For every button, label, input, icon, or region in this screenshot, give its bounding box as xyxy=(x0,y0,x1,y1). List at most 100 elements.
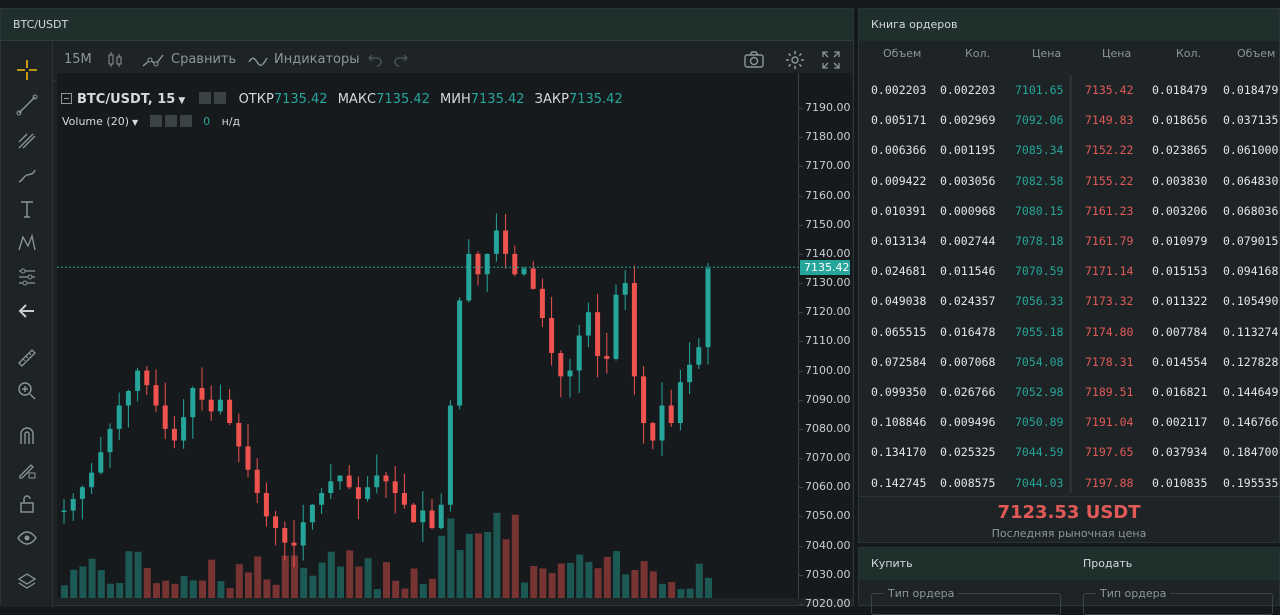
volume-bar xyxy=(594,568,602,598)
candle-body xyxy=(61,510,67,513)
col-ask-qty: Кол. xyxy=(1176,47,1202,60)
zoom-in-icon[interactable] xyxy=(11,378,43,404)
ask-price: 7174.80 xyxy=(1085,324,1134,339)
price-tick-label: 7140.00 xyxy=(805,246,851,260)
orderbook-row[interactable]: 0.099350 0.026766 7052.98 7189.51 0.016821 0.… xyxy=(859,377,1279,407)
trade-panel: Купить Продать Тип ордера Тип ордера xyxy=(858,547,1280,615)
orderbook-row[interactable]: 0.049038 0.024357 7056.33 7173.32 0.011322 0.… xyxy=(859,286,1279,316)
indicators-icon[interactable] xyxy=(247,50,269,74)
price-axis[interactable]: 7190.00 7180.00 7170.00 7160.00 7150.00 7140.… xyxy=(798,73,852,610)
bid-price: 7092.06 xyxy=(1015,113,1064,128)
ask-volume: 0.068036 xyxy=(1223,203,1279,218)
legend-settings-icon[interactable] xyxy=(199,92,212,104)
orderbook-row[interactable]: 0.006366 0.001195 7085.34 7152.22 0.023865 0.… xyxy=(859,135,1279,165)
ruler-icon[interactable] xyxy=(11,345,43,371)
price-tick-mark xyxy=(799,312,803,314)
volume-label[interactable]: Volume (20) xyxy=(62,115,129,128)
candle-body xyxy=(659,405,665,441)
price-tick-label: 7170.00 xyxy=(805,159,851,173)
bid-volume: 0.134170 xyxy=(871,445,927,460)
volume-bar xyxy=(392,580,400,598)
volume-bar xyxy=(327,551,335,598)
text-tool-icon[interactable] xyxy=(11,196,43,222)
timeframe-button[interactable]: 15M xyxy=(64,52,92,67)
col-bid-volume: Объем xyxy=(883,47,922,60)
bid-qty: 0.009496 xyxy=(940,415,996,430)
volume-settings-icon[interactable] xyxy=(149,115,162,127)
buy-tab[interactable]: Купить xyxy=(871,557,913,570)
brush-icon[interactable] xyxy=(11,162,43,188)
compare-icon[interactable] xyxy=(141,50,165,74)
price-tick-mark xyxy=(799,370,803,372)
undo-icon[interactable] xyxy=(367,50,383,72)
camera-icon[interactable] xyxy=(743,50,765,74)
volume-bar xyxy=(88,558,96,598)
orderbook-row[interactable]: 0.108846 0.009496 7050.89 7191.04 0.002117 0.… xyxy=(859,407,1279,437)
orderbook-row[interactable]: 0.002203 0.002203 7101.65 7135.42 0.018479 0.… xyxy=(859,75,1279,105)
col-ask-volume: Объем xyxy=(1237,47,1276,60)
bid-price: 7082.58 xyxy=(1015,173,1064,188)
trend-line-icon[interactable] xyxy=(11,92,43,118)
bid-volume: 0.142745 xyxy=(871,475,927,490)
volume-bar xyxy=(235,564,243,598)
ask-price: 7161.79 xyxy=(1085,234,1134,248)
ask-price: 7149.83 xyxy=(1085,113,1134,128)
volume-close-icon[interactable] xyxy=(179,115,192,127)
orderbook-row[interactable]: 0.013134 0.002744 7078.18 7161.79 0.010979 0.… xyxy=(859,226,1279,256)
legend-collapse-icon[interactable] xyxy=(61,93,72,104)
pattern-icon[interactable] xyxy=(11,230,43,256)
high-value: 7135.42 xyxy=(376,92,430,107)
high-label: МАКС xyxy=(337,92,377,107)
candle-body xyxy=(613,294,619,359)
volume-bar xyxy=(346,550,354,598)
orderbook-row[interactable]: 0.072584 0.007068 7054.08 7178.31 0.014554 0.… xyxy=(859,347,1279,377)
price-tick-mark xyxy=(799,487,803,489)
orderbook-row[interactable]: 0.009422 0.003056 7082.58 7155.22 0.003830 0.… xyxy=(859,166,1279,196)
sell-order-type-select[interactable]: Тип ордера xyxy=(1083,587,1273,615)
orderbook-row[interactable]: 0.024681 0.011546 7070.59 7171.14 0.015153 0.… xyxy=(859,256,1279,286)
back-arrow-icon[interactable] xyxy=(11,298,43,324)
eye-icon[interactable] xyxy=(11,525,43,551)
indicators-button[interactable]: Индикаторы xyxy=(274,52,360,67)
orderbook-row[interactable]: 0.142745 0.008575 7044.03 7197.88 0.010835 0.… xyxy=(859,468,1279,498)
unlock-icon[interactable] xyxy=(11,491,43,517)
crosshair-icon[interactable] xyxy=(11,57,43,83)
price-tick-label: 7130.00 xyxy=(805,276,851,290)
candle-body xyxy=(273,516,279,529)
legend-close-icon[interactable] xyxy=(214,92,227,104)
candle-body xyxy=(328,481,334,494)
orderbook-row[interactable]: 0.065515 0.016478 7055.18 7174.80 0.007784 0.… xyxy=(859,317,1279,347)
ask-volume: 0.113274 xyxy=(1223,324,1279,339)
candlestick-chart[interactable]: BTC/USDT, 15 ▼ ОТКР7135.42 МАКС7135.42 МИ… xyxy=(57,73,798,598)
candle-body xyxy=(245,446,251,470)
volume-bar xyxy=(521,582,528,598)
fib-tools-icon[interactable] xyxy=(11,127,43,153)
magnet-icon[interactable] xyxy=(11,423,43,449)
prediction-icon[interactable] xyxy=(11,264,43,290)
ask-price: 7155.22 xyxy=(1085,173,1134,188)
bid-qty: 0.008575 xyxy=(940,475,996,490)
orderbook-row[interactable]: 0.005171 0.002969 7092.06 7149.83 0.018656 0.… xyxy=(859,105,1279,135)
compare-button[interactable]: Сравнить xyxy=(171,52,236,67)
orderbook-row[interactable]: 0.134170 0.025325 7044.59 7197.65 0.037934 0.… xyxy=(859,437,1279,467)
chart-legend: BTC/USDT, 15 ▼ ОТКР7135.42 МАКС7135.42 МИ… xyxy=(61,91,623,107)
buy-order-type-select[interactable]: Тип ордера xyxy=(871,587,1061,615)
sell-tab[interactable]: Продать xyxy=(1083,557,1132,570)
redo-icon[interactable] xyxy=(393,50,409,72)
candle-body xyxy=(254,469,260,494)
price-chart-svg[interactable] xyxy=(57,73,798,598)
fullscreen-icon[interactable] xyxy=(821,50,841,74)
candles-icon[interactable] xyxy=(107,50,123,74)
bid-qty: 0.000968 xyxy=(940,203,996,218)
settings-gear-icon[interactable] xyxy=(784,49,806,75)
layers-icon[interactable] xyxy=(11,569,43,595)
volume-dropdown-icon[interactable]: ▼ xyxy=(132,118,138,127)
symbol-dropdown-icon[interactable]: ▼ xyxy=(178,96,185,106)
volume-bar xyxy=(189,580,197,598)
volume-hide-icon[interactable] xyxy=(164,115,177,127)
lock-drawing-icon[interactable] xyxy=(11,457,43,483)
symbol-label[interactable]: BTC/USDT, 15 xyxy=(77,92,175,107)
candle-body xyxy=(530,268,536,289)
orderbook-row[interactable]: 0.010391 0.000968 7080.15 7161.23 0.003206 0.… xyxy=(859,196,1279,226)
ask-price: 7161.23 xyxy=(1085,203,1134,218)
